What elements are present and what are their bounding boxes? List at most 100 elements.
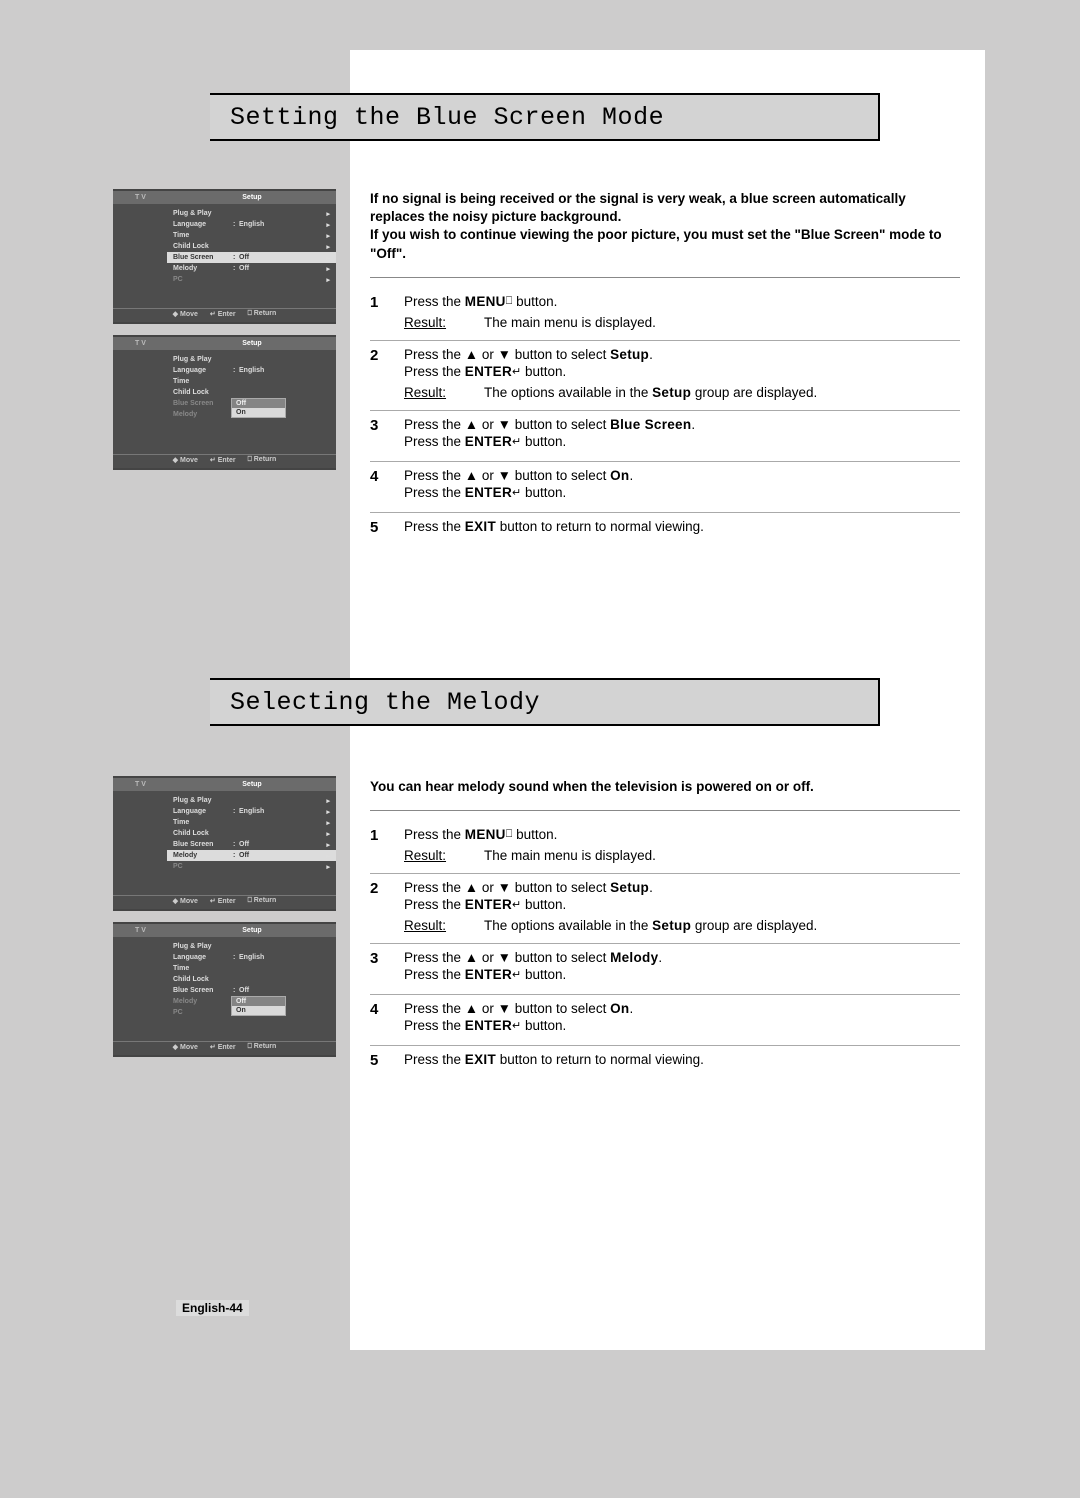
menu-item: PC▸ — [173, 861, 330, 872]
menu-item: Plug & Play▸ — [173, 208, 330, 219]
instruction-step: 4Press the ▲ or ▼ button to select On.Pr… — [370, 462, 960, 513]
instruction-step: 2Press the ▲ or ▼ button to select Setup… — [370, 341, 960, 411]
menu-item: Language:English▸ — [173, 219, 330, 230]
menu-footer: ◆ Move↵ Enter⎕ Return — [113, 454, 336, 465]
section-heading-1: Setting the Blue Screen Mode — [210, 93, 880, 141]
menu-footer-item: ◆ Move — [173, 1043, 198, 1051]
instruction-step: 5Press the EXIT button to return to norm… — [370, 513, 960, 546]
menu-dropdown: OffOn — [231, 398, 286, 418]
dropdown-option: On — [232, 1006, 285, 1015]
step-line: Press the MENU⎕ button. — [404, 294, 960, 309]
instruction-step: 5Press the EXIT button to return to norm… — [370, 1046, 960, 1079]
menu-tv-label: T V — [113, 340, 168, 347]
menu-footer-item: ↵ Enter — [210, 456, 236, 464]
menu-footer-item: ◆ Move — [173, 310, 198, 318]
section-2-content: You can hear melody sound when the telev… — [370, 778, 960, 1079]
step-number: 3 — [370, 417, 404, 451]
section-heading-2: Selecting the Melody — [210, 678, 880, 726]
dropdown-option: Off — [232, 997, 285, 1006]
menu-item: Melody:Off▸ — [167, 850, 336, 861]
menu-item: Time▸ — [173, 230, 330, 241]
step-line: Press the ▲ or ▼ button to select Blue S… — [404, 417, 960, 432]
menu-item: Plug & Play▸ — [173, 795, 330, 806]
step-line: Press the ▲ or ▼ button to select Melody… — [404, 950, 960, 965]
step-body: Press the ▲ or ▼ button to select Setup.… — [404, 880, 960, 933]
menu-footer-item: ◆ Move — [173, 456, 198, 464]
menu-tv-label: T V — [113, 194, 168, 201]
result-text: The main menu is displayed. — [484, 315, 960, 330]
step-line: Press the ENTER↵ button. — [404, 897, 960, 912]
step-line: Press the ▲ or ▼ button to select Setup. — [404, 347, 960, 362]
instruction-step: 1Press the MENU⎕ button.Result:The main … — [370, 288, 960, 341]
result-label: Result: — [404, 385, 484, 400]
osd-menu-1b: T VSetup Plug & PlayLanguage:EnglishTimeC… — [113, 335, 336, 470]
menu-item: PC▸ — [173, 274, 330, 285]
menu-footer-item: ↵ Enter — [210, 1043, 236, 1051]
step-number: 4 — [370, 468, 404, 502]
step-body: Press the MENU⎕ button. Result:The main m… — [404, 294, 960, 330]
step-body: Press the EXIT button to return to norma… — [404, 519, 960, 536]
menu-item: Plug & Play — [173, 354, 330, 365]
step-line: Press the ENTER↵ button. — [404, 434, 960, 449]
step-line: Press the ENTER↵ button. — [404, 364, 960, 379]
instruction-step: 3Press the ▲ or ▼ button to select Blue … — [370, 411, 960, 462]
step-result: Result:The main menu is displayed. — [404, 315, 960, 330]
menu-setup-label: Setup — [168, 781, 336, 788]
menu-footer: ◆ Move ↵ Enter ⎕ Return — [113, 895, 336, 906]
menu-footer-item: ⎕ Return — [248, 897, 277, 905]
menu-footer: ◆ Move ↵ Enter ⎕ Return — [113, 308, 336, 319]
menu-item: Language:English — [173, 952, 330, 963]
menu-dropdown: OffOn — [231, 996, 286, 1016]
menu-setup-label: Setup — [168, 194, 336, 201]
menu-item: Child Lock▸ — [173, 241, 330, 252]
step-number: 3 — [370, 950, 404, 984]
step-line: Press the ENTER↵ button. — [404, 485, 960, 500]
page-number: English-44 — [176, 1300, 249, 1316]
menu-item: Time — [173, 376, 330, 387]
instruction-step: 4Press the ▲ or ▼ button to select On.Pr… — [370, 995, 960, 1046]
menu-item: Blue Screen:Off▸ — [167, 252, 336, 263]
section-1-steps: 1Press the MENU⎕ button.Result:The main … — [370, 288, 960, 546]
step-result: Result:The options available in the Setu… — [404, 385, 960, 400]
menu-footer-item: ◆ Move — [173, 897, 198, 905]
menu-item: Language:English — [173, 365, 330, 376]
step-number: 5 — [370, 519, 404, 536]
result-label: Result: — [404, 918, 484, 933]
menu-item: Melody:Off▸ — [173, 263, 330, 274]
section-1-content: If no signal is being received or the si… — [370, 190, 960, 546]
step-line: Press the ▲ or ▼ button to select Setup. — [404, 880, 960, 895]
osd-menu-2b: T VSetupPlug & PlayLanguage:EnglishTimeC… — [113, 922, 336, 1057]
osd-menu-2a: T VSetupPlug & Play▸Language:English▸Tim… — [113, 776, 336, 911]
step-line: Press the EXIT button to return to norma… — [404, 1052, 960, 1067]
result-label: Result: — [404, 315, 484, 330]
instruction-step: 3Press the ▲ or ▼ button to select Melod… — [370, 944, 960, 995]
step-number: 2 — [370, 347, 404, 400]
menu-item: Blue Screen:Off — [173, 985, 330, 996]
step-body: Press the EXIT button to return to norma… — [404, 1052, 960, 1069]
divider — [370, 810, 960, 811]
menu-item: Plug & Play — [173, 941, 330, 952]
step-body: Press the ▲ or ▼ button to select On.Pre… — [404, 1001, 960, 1035]
menu-item: Child Lock — [173, 387, 330, 398]
instruction-step: 1Press the MENU⎕ button.Result:The main … — [370, 821, 960, 874]
menu-footer-item: ↵ Enter — [210, 310, 236, 318]
step-body: Press the ▲ or ▼ button to select On.Pre… — [404, 468, 960, 502]
section-1-intro: If no signal is being received or the si… — [370, 190, 960, 263]
menu-footer-item: ↵ Enter — [210, 897, 236, 905]
result-text: The options available in the Setup group… — [484, 385, 960, 400]
step-number: 5 — [370, 1052, 404, 1069]
section-title: Selecting the Melody — [230, 688, 540, 717]
menu-footer: ◆ Move↵ Enter⎕ Return — [113, 1041, 336, 1052]
step-body: Press the MENU⎕ button.Result:The main m… — [404, 827, 960, 863]
menu-item: Child Lock▸ — [173, 828, 330, 839]
menu-footer-item: ⎕ Return — [248, 310, 277, 318]
menu-item: Blue Screen:Off▸ — [173, 839, 330, 850]
result-label: Result: — [404, 848, 484, 863]
divider — [370, 277, 960, 278]
menu-item: Time▸ — [173, 817, 330, 828]
step-line: Press the ENTER↵ button. — [404, 1018, 960, 1033]
menu-setup-label: Setup — [168, 340, 336, 347]
manual-page: Setting the Blue Screen Mode T VSetupPlu… — [0, 0, 1080, 1498]
step-body: Press the ▲ or ▼ button to select Melody… — [404, 950, 960, 984]
menu-setup-label: Setup — [168, 927, 336, 934]
